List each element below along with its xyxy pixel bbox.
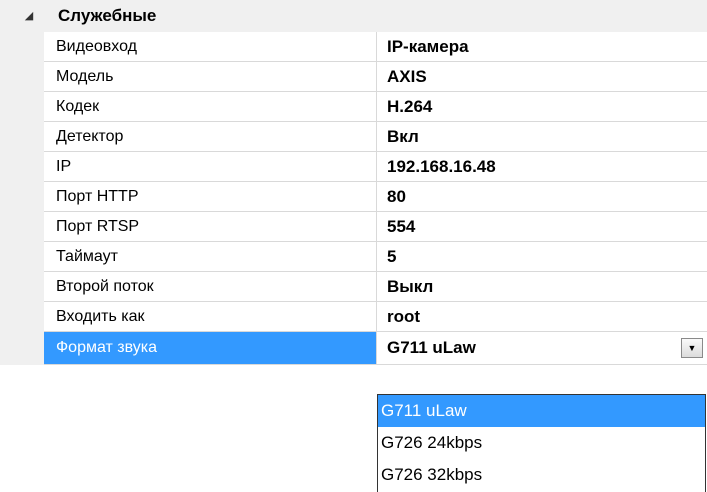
dropdown-option[interactable]: G726 32kbps bbox=[378, 459, 705, 491]
collapse-triangle-icon[interactable]: ◢ bbox=[22, 9, 36, 23]
property-row-audio-format[interactable]: Формат звука G711 uLaw ▼ bbox=[44, 332, 707, 365]
property-name: Видеовход bbox=[44, 32, 377, 61]
audio-format-select[interactable]: G711 uLaw bbox=[378, 332, 707, 364]
audio-format-dropdown-list: G711 uLaw G726 24kbps G726 32kbps bbox=[377, 394, 706, 492]
property-row-http-port[interactable]: Порт HTTP 80 bbox=[44, 182, 707, 212]
property-name: Таймаут bbox=[44, 242, 377, 271]
property-value[interactable]: Выкл bbox=[378, 272, 707, 301]
property-row-timeout[interactable]: Таймаут 5 bbox=[44, 242, 707, 272]
category-header[interactable]: ◢ Служебные bbox=[0, 0, 707, 32]
property-row-video-input[interactable]: Видеовход IP-камера bbox=[44, 32, 707, 62]
property-name: Модель bbox=[44, 62, 377, 91]
dropdown-option[interactable]: G711 uLaw bbox=[378, 395, 705, 427]
dropdown-arrow-icon[interactable]: ▼ bbox=[681, 338, 703, 358]
property-name: Формат звука bbox=[44, 332, 377, 364]
property-row-ip[interactable]: IP 192.168.16.48 bbox=[44, 152, 707, 182]
property-value[interactable]: 554 bbox=[378, 212, 707, 241]
property-name: IP bbox=[44, 152, 377, 181]
grid-gutter bbox=[0, 32, 44, 365]
category-label: Служебные bbox=[58, 6, 157, 25]
property-value[interactable]: 192.168.16.48 bbox=[378, 152, 707, 181]
property-name: Второй поток bbox=[44, 272, 377, 301]
dropdown-option[interactable]: G726 24kbps bbox=[378, 427, 705, 459]
property-value[interactable]: Вкл bbox=[378, 122, 707, 151]
property-value[interactable]: 80 bbox=[378, 182, 707, 211]
property-row-model[interactable]: Модель AXIS bbox=[44, 62, 707, 92]
property-row-login-as[interactable]: Входить как root bbox=[44, 302, 707, 332]
property-name: Детектор bbox=[44, 122, 377, 151]
property-row-detector[interactable]: Детектор Вкл bbox=[44, 122, 707, 152]
property-value[interactable]: IP-камера bbox=[378, 32, 707, 61]
property-row-rtsp-port[interactable]: Порт RTSP 554 bbox=[44, 212, 707, 242]
property-row-second-stream[interactable]: Второй поток Выкл bbox=[44, 272, 707, 302]
property-value[interactable]: 5 bbox=[378, 242, 707, 271]
property-value[interactable]: AXIS bbox=[378, 62, 707, 91]
property-value[interactable]: H.264 bbox=[378, 92, 707, 121]
property-name: Порт HTTP bbox=[44, 182, 377, 211]
property-value[interactable]: root bbox=[378, 302, 707, 331]
property-name: Входить как bbox=[44, 302, 377, 331]
property-name: Порт RTSP bbox=[44, 212, 377, 241]
property-row-codec[interactable]: Кодек H.264 bbox=[44, 92, 707, 122]
property-name: Кодек bbox=[44, 92, 377, 121]
